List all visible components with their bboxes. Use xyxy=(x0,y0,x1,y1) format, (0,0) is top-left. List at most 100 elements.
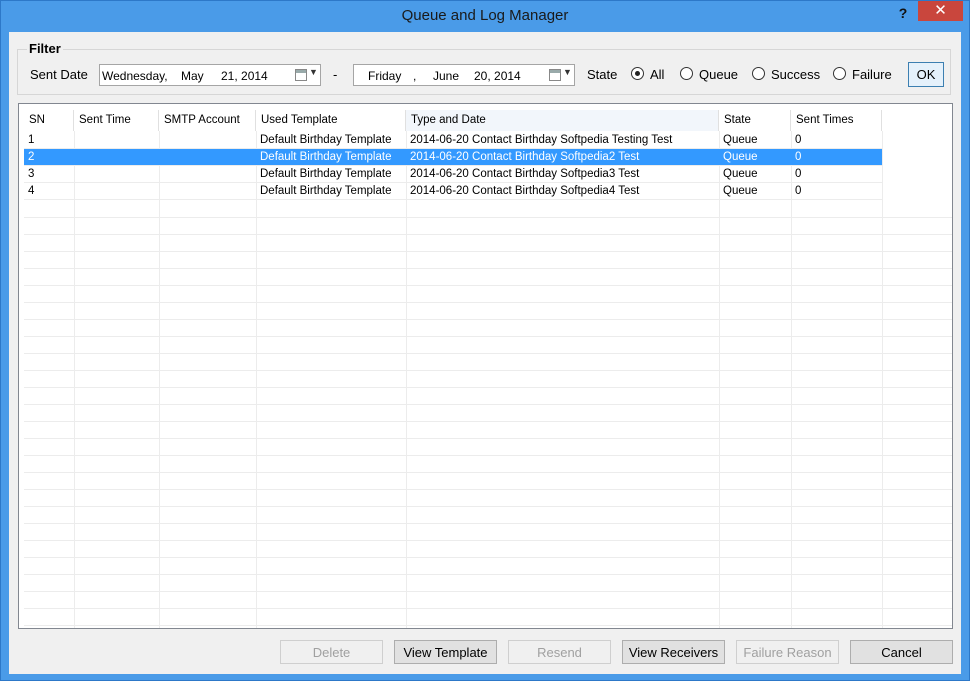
calendar-icon[interactable] xyxy=(549,69,561,81)
cell-type-and-date: 2014-06-20 Contact Birthday Softpedia4 T… xyxy=(410,185,640,197)
cell-used-template: Default Birthday Template xyxy=(260,151,392,163)
window-title: Queue and Log Manager xyxy=(401,7,569,24)
cancel-button[interactable]: Cancel xyxy=(850,640,953,664)
cell-sn: 1 xyxy=(28,134,35,146)
cell-used-template: Default Birthday Template xyxy=(260,185,392,197)
date-to-month[interactable]: June xyxy=(433,69,459,83)
table-row-selected[interactable]: 2 Default Birthday Template 2014-06-20 C… xyxy=(24,149,882,166)
state-failure-radio[interactable] xyxy=(833,67,846,80)
cell-state: Queue xyxy=(723,168,758,180)
state-success-label[interactable]: Success xyxy=(771,67,820,82)
empty-row-line xyxy=(24,472,952,473)
empty-row-line xyxy=(24,455,952,456)
cell-smtp-account xyxy=(159,166,256,183)
date-to-picker[interactable]: Friday , June 20, 2014 ▼ xyxy=(353,64,575,86)
empty-row-line xyxy=(24,285,952,286)
cell-used-template: Default Birthday Template xyxy=(260,168,392,180)
column-header-sent-time[interactable]: Sent Time xyxy=(74,110,159,131)
column-header-sent-times[interactable]: Sent Times xyxy=(791,110,882,131)
state-all-label[interactable]: All xyxy=(650,67,664,82)
cell-sent-time xyxy=(74,183,159,200)
column-header-type-and-date[interactable]: Type and Date xyxy=(406,110,719,131)
cell-sent-times: 0 xyxy=(795,185,802,197)
close-button[interactable]: ✕ xyxy=(918,1,963,21)
cell-sent-time xyxy=(74,132,159,149)
queue-log-table[interactable]: SN Sent Time SMTP Account Used Template … xyxy=(18,103,953,629)
date-from-day-year[interactable]: 21, 2014 xyxy=(221,69,268,83)
table-header: SN Sent Time SMTP Account Used Template … xyxy=(19,110,952,131)
cell-state: Queue xyxy=(723,134,758,146)
resend-button[interactable]: Resend xyxy=(508,640,611,664)
empty-row-line xyxy=(24,251,952,252)
cell-type-and-date: 2014-06-20 Contact Birthday Softpedia Te… xyxy=(410,134,673,146)
empty-row-line xyxy=(24,625,952,626)
state-all-radio[interactable] xyxy=(631,67,644,80)
empty-row-line xyxy=(24,506,952,507)
empty-row-line xyxy=(24,387,952,388)
cell-sn: 3 xyxy=(28,168,35,180)
table-row[interactable]: 1 Default Birthday Template 2014-06-20 C… xyxy=(24,132,882,149)
view-template-button[interactable]: View Template xyxy=(394,640,497,664)
empty-row-line xyxy=(24,353,952,354)
empty-row-line xyxy=(24,217,952,218)
sent-date-label: Sent Date xyxy=(30,67,88,82)
state-queue-radio[interactable] xyxy=(680,67,693,80)
date-to-day-year[interactable]: 20, 2014 xyxy=(474,69,521,83)
empty-row-line xyxy=(24,608,952,609)
empty-row-line xyxy=(24,268,952,269)
empty-row-line xyxy=(24,574,952,575)
cell-smtp-account xyxy=(159,149,256,166)
state-success-radio[interactable] xyxy=(752,67,765,80)
empty-row-line xyxy=(24,421,952,422)
cell-sent-time xyxy=(74,166,159,183)
empty-row-line xyxy=(24,302,952,303)
cell-sent-time xyxy=(74,149,159,166)
empty-row-line xyxy=(24,404,952,405)
cell-sent-times: 0 xyxy=(795,151,802,163)
cell-used-template: Default Birthday Template xyxy=(260,134,392,146)
dialog-client-area: Filter Sent Date Wednesday, May 21, 2014… xyxy=(9,32,961,674)
empty-row-line xyxy=(24,370,952,371)
filter-legend: Filter xyxy=(27,41,63,56)
state-failure-label[interactable]: Failure xyxy=(852,67,892,82)
dropdown-arrow-icon[interactable]: ▼ xyxy=(563,67,572,77)
table-row[interactable]: 4 Default Birthday Template 2014-06-20 C… xyxy=(24,183,882,200)
view-receivers-button[interactable]: View Receivers xyxy=(622,640,725,664)
column-header-used-template[interactable]: Used Template xyxy=(256,110,406,131)
date-to-weekday[interactable]: Friday xyxy=(368,69,401,83)
cell-sent-times: 0 xyxy=(795,168,802,180)
date-range-separator: - xyxy=(333,67,338,82)
dialog-window: Queue and Log Manager ? ✕ Filter Sent Da… xyxy=(0,0,970,681)
empty-row-line xyxy=(24,336,952,337)
help-button[interactable]: ? xyxy=(890,3,916,23)
cell-type-and-date: 2014-06-20 Contact Birthday Softpedia3 T… xyxy=(410,168,640,180)
empty-row-line xyxy=(24,540,952,541)
cell-smtp-account xyxy=(159,183,256,200)
dropdown-arrow-icon[interactable]: ▼ xyxy=(309,67,318,77)
title-bar[interactable]: Queue and Log Manager ? ✕ xyxy=(1,1,969,31)
cell-sn: 2 xyxy=(28,151,35,163)
empty-row-line xyxy=(24,489,952,490)
delete-button[interactable]: Delete xyxy=(280,640,383,664)
state-label: State xyxy=(587,67,618,82)
cell-type-and-date: 2014-06-20 Contact Birthday Softpedia2 T… xyxy=(410,151,640,163)
state-queue-label[interactable]: Queue xyxy=(699,67,738,82)
date-from-month[interactable]: May xyxy=(181,69,204,83)
empty-row-line xyxy=(24,319,952,320)
empty-row-line xyxy=(24,523,952,524)
column-header-sn[interactable]: SN xyxy=(24,110,74,131)
failure-reason-button[interactable]: Failure Reason xyxy=(736,640,839,664)
date-from-weekday[interactable]: Wednesday, xyxy=(102,69,168,83)
cell-smtp-account xyxy=(159,132,256,149)
date-from-picker[interactable]: Wednesday, May 21, 2014 ▼ xyxy=(99,64,321,86)
cell-state: Queue xyxy=(723,151,758,163)
column-header-state[interactable]: State xyxy=(719,110,791,131)
empty-row-line xyxy=(24,591,952,592)
column-header-smtp-account[interactable]: SMTP Account xyxy=(159,110,256,131)
empty-row-line xyxy=(24,234,952,235)
table-row[interactable]: 3 Default Birthday Template 2014-06-20 C… xyxy=(24,166,882,183)
cell-state: Queue xyxy=(723,185,758,197)
calendar-icon[interactable] xyxy=(295,69,307,81)
ok-button[interactable]: OK xyxy=(908,62,944,87)
date-to-comma: , xyxy=(413,69,417,83)
